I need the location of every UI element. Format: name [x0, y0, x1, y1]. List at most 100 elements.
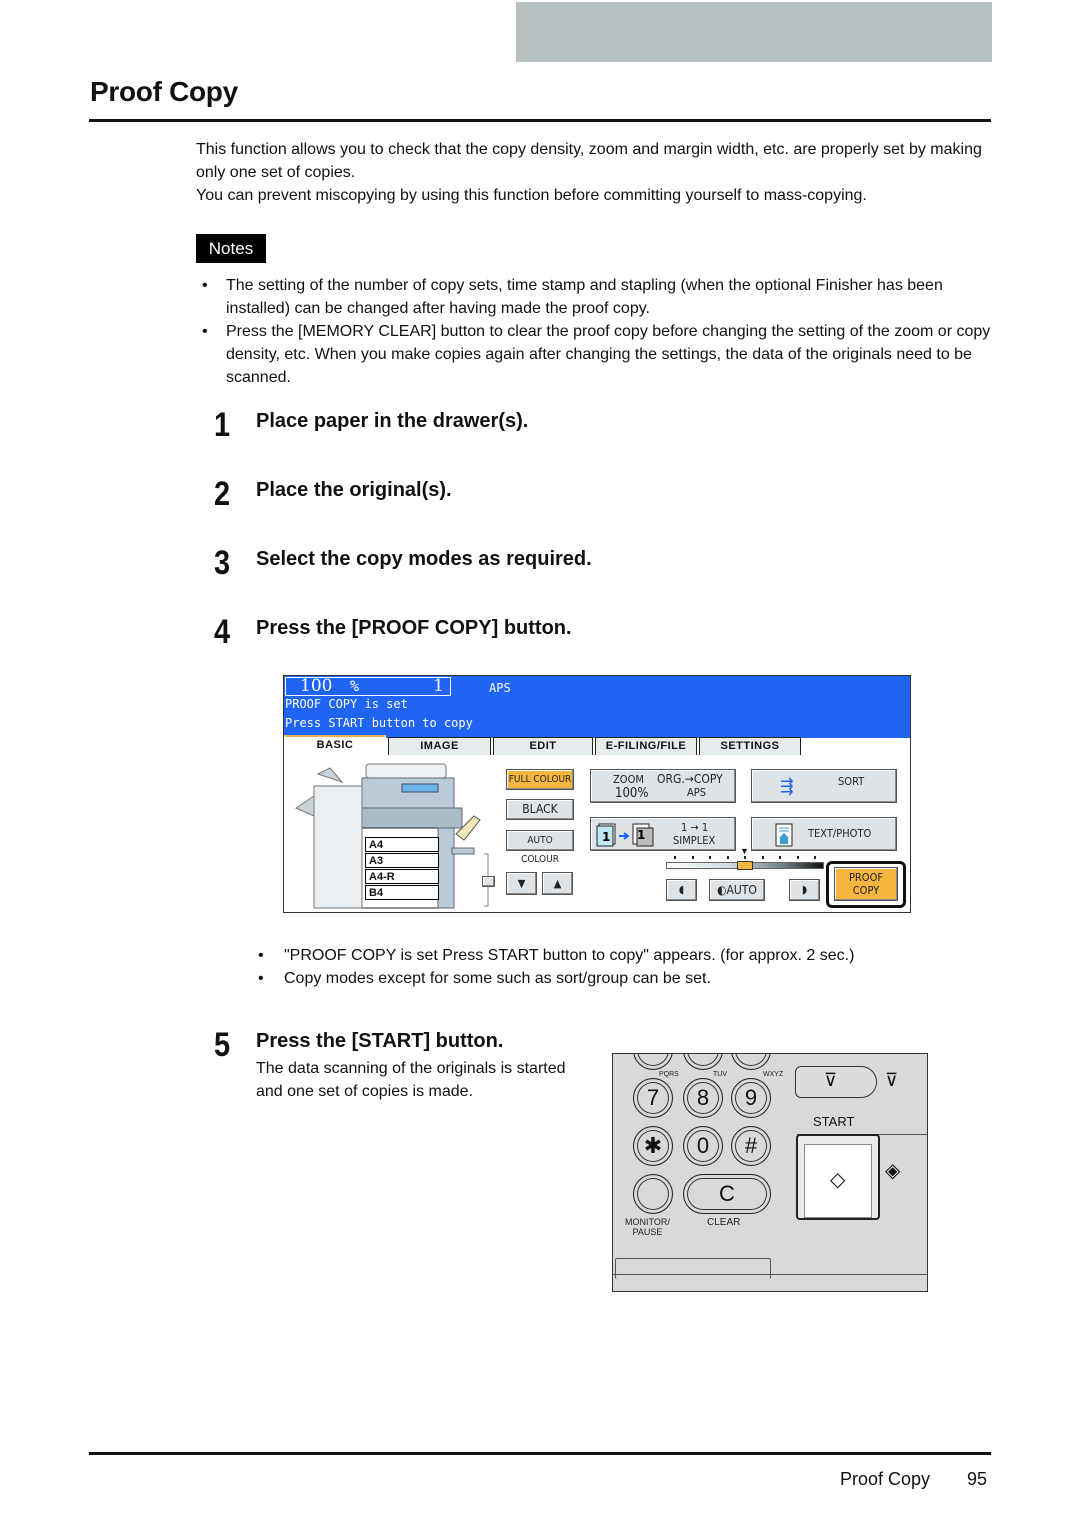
stop-button[interactable]: ⊽: [795, 1066, 877, 1098]
image-mode-label: TEXT/PHOTO: [808, 827, 872, 840]
keypad-key[interactable]: [683, 1054, 723, 1070]
step-number: 4: [214, 613, 231, 651]
key-hash[interactable]: #: [731, 1126, 771, 1166]
key-sublabel: TUV: [713, 1071, 727, 1078]
half-circle-right-icon: ◗: [801, 883, 808, 896]
intro-text: This function allows you to check that t…: [196, 138, 996, 207]
sort-button[interactable]: ⇶ SORT: [751, 769, 897, 803]
notes-list: • The setting of the number of copy sets,…: [196, 274, 996, 389]
note-item: • Copy modes except for some such as sort…: [258, 967, 998, 990]
stop-icon: ⊽: [824, 1070, 838, 1090]
step-5-description: The data scanning of the originals is st…: [256, 1060, 566, 1100]
density-tick: [674, 856, 676, 859]
note-item: • The setting of the number of copy sets,…: [196, 274, 996, 320]
text-photo-icon: [775, 823, 793, 847]
footer-divider: [89, 1452, 991, 1455]
auto-colour-button[interactable]: AUTO COLOUR: [506, 830, 574, 865]
step-text: Select the copy modes as required.: [256, 548, 592, 570]
notes-badge: Notes: [196, 234, 266, 263]
header-tab-block: [516, 2, 992, 62]
density-tick: [761, 856, 764, 859]
bullet-icon: •: [258, 947, 264, 964]
control-panel-keypad: PQRS TUV WXYZ 7 8 9 ✱ 0 # C MONITOR/ PAU…: [612, 1053, 928, 1292]
note-text: "PROOF COPY is set Press START button to…: [284, 947, 855, 964]
tab-image[interactable]: IMAGE: [388, 737, 491, 755]
drawer-b4[interactable]: B4: [365, 885, 439, 900]
auto-label: AUTO: [726, 883, 757, 897]
sort-icon: ⇶: [780, 776, 794, 797]
density-tick: [814, 856, 816, 859]
status-message: Press START button to copy: [285, 716, 473, 730]
density-indicator[interactable]: [737, 861, 753, 870]
tab-edit[interactable]: EDIT: [493, 737, 593, 755]
proof-copy-label: COPY: [852, 884, 880, 897]
step-text: Press the [PROOF COPY] button.: [256, 617, 572, 639]
step-text: Press the [START] button.: [256, 1030, 504, 1052]
tab-basic[interactable]: BASIC: [284, 735, 386, 757]
triangle-up-icon: ▲: [553, 877, 562, 890]
key-sublabel: WXYZ: [763, 1071, 784, 1078]
tab-bar: BASIC IMAGE EDIT E-FILING/FILE SETTINGS: [284, 735, 910, 757]
step-number: 5: [214, 1026, 231, 1064]
panel-slot: [615, 1258, 771, 1279]
key-9[interactable]: 9: [731, 1078, 771, 1118]
image-mode-button[interactable]: TEXT/PHOTO: [751, 817, 897, 851]
scroll-up-button[interactable]: ▲: [542, 872, 573, 895]
key-8[interactable]: 8: [683, 1078, 723, 1118]
note-text: Press the [MEMORY CLEAR] button to clear…: [226, 323, 991, 386]
start-button-face: ◇: [804, 1144, 872, 1218]
keypad-key[interactable]: [633, 1054, 673, 1070]
density-marker-icon: ▼: [740, 846, 749, 856]
zoom-button[interactable]: ZOOM 100% ORG.→COPY APS: [590, 769, 736, 803]
duplex-mode-button[interactable]: 1 1 1 → 1 SIMPLEX: [590, 817, 736, 851]
svg-text:1: 1: [602, 830, 610, 844]
panel-edge: [613, 1274, 927, 1275]
proof-copy-button[interactable]: PROOF COPY: [834, 867, 898, 901]
tab-e-filing[interactable]: E-FILING/FILE: [595, 737, 697, 755]
start-button[interactable]: ◇: [796, 1134, 880, 1220]
density-tick: [796, 856, 799, 859]
drawer-a4[interactable]: A4: [365, 837, 439, 852]
clear-button[interactable]: C: [683, 1174, 771, 1214]
keypad-key[interactable]: [731, 1054, 771, 1070]
lcd-touch-panel: 100 % 1 APS PROOF COPY is set Press STAR…: [283, 675, 911, 913]
paper-mode: APS: [489, 681, 511, 695]
drawer-a4-r[interactable]: A4-R: [365, 869, 439, 884]
bypass-tray-icon[interactable]: [482, 876, 495, 887]
monitor-pause-button[interactable]: [633, 1174, 673, 1214]
zoom-unit: %: [350, 677, 360, 695]
black-button[interactable]: BLACK: [506, 799, 574, 820]
lighter-button[interactable]: ◖: [666, 879, 697, 901]
full-colour-button[interactable]: FULL COLOUR: [506, 769, 574, 790]
page-title: Proof Copy: [90, 76, 238, 107]
zoom-value: 100: [300, 676, 333, 696]
scroll-down-button[interactable]: ▼: [506, 872, 537, 895]
simplex-icon: 1 1: [596, 823, 654, 847]
key-0[interactable]: 0: [683, 1126, 723, 1166]
start-diamond-icon: ◇: [830, 1169, 846, 1191]
zoom-button-value: 100%: [615, 786, 649, 801]
key-asterisk[interactable]: ✱: [633, 1126, 673, 1166]
step-text: Place the original(s).: [256, 479, 452, 501]
darker-button[interactable]: ◗: [789, 879, 820, 901]
tab-settings[interactable]: SETTINGS: [699, 737, 801, 755]
monitor-pause-label: MONITOR/ PAUSE: [625, 1217, 670, 1237]
sort-label: SORT: [838, 775, 865, 788]
org-copy-value: APS: [687, 786, 707, 799]
bullet-icon: •: [202, 277, 208, 294]
drawer-a3[interactable]: A3: [365, 853, 439, 868]
lcd-status-area: 100 % 1 APS PROOF COPY is set Press STAR…: [284, 676, 910, 738]
key-7[interactable]: 7: [633, 1078, 673, 1118]
note-item: • "PROOF COPY is set Press START button t…: [258, 944, 998, 967]
zoom-label: ZOOM: [613, 773, 644, 786]
note-text: The setting of the number of copy sets, …: [226, 277, 943, 317]
density-slider[interactable]: ▼: [666, 846, 824, 870]
density-auto-button[interactable]: ◐AUTO: [709, 879, 765, 901]
bullet-icon: •: [202, 323, 208, 340]
step-number: 2: [214, 475, 231, 513]
footer-section-title: Proof Copy: [840, 1469, 931, 1489]
svg-text:1: 1: [637, 828, 645, 842]
density-tick: [709, 856, 711, 859]
step-number: 1: [214, 406, 231, 444]
density-tick: [726, 856, 729, 859]
